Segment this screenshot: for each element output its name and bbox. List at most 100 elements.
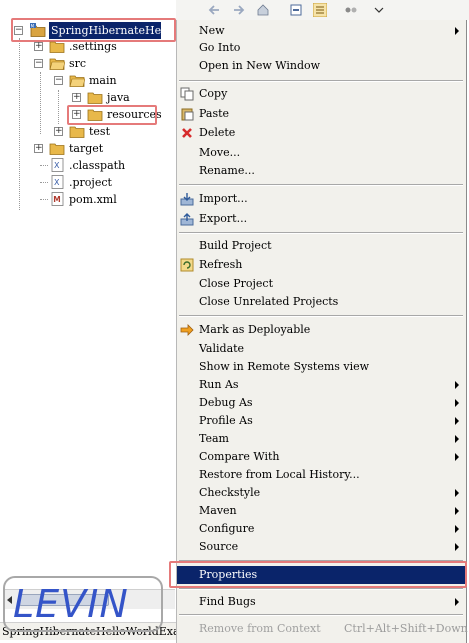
menu-separator (179, 315, 463, 317)
collapse-all-icon[interactable] (289, 3, 303, 17)
svg-text:M: M (53, 195, 60, 204)
collapse-icon[interactable]: − (54, 76, 63, 85)
submenu-arrow-icon (455, 435, 459, 443)
menu-item-restore-from-local-history[interactable]: Restore from Local History... (177, 466, 467, 484)
submenu-arrow-icon (455, 453, 459, 461)
delete-icon (182, 128, 192, 138)
menu-item-open-in-new-window[interactable]: Open in New Window (177, 57, 467, 75)
back-arrow-icon[interactable] (208, 3, 222, 17)
properties-highlight-box (169, 561, 467, 588)
submenu-arrow-icon (455, 381, 459, 389)
submenu-arrow-icon (455, 525, 459, 533)
menu-item-label: New (199, 24, 225, 37)
menu-item-debug-as[interactable]: Debug As (177, 394, 467, 412)
menu-item-delete[interactable]: Delete (177, 124, 467, 142)
menu-item-run-as[interactable]: Run As (177, 376, 467, 394)
tree-guide (40, 199, 48, 200)
menu-item-remove-from-context: Remove from Context Ctrl+Alt+Shift+Down (177, 620, 468, 638)
menu-item-label: Team (199, 432, 229, 445)
menu-item-find-bugs[interactable]: Find Bugs (177, 593, 467, 611)
menu-item-configure[interactable]: Configure (177, 520, 467, 538)
menu-item-move[interactable]: Move... (177, 144, 467, 162)
menu-item-shortcut: Ctrl+Alt+Shift+Down (344, 622, 468, 635)
menu-item-profile-as[interactable]: Profile As (177, 412, 467, 430)
submenu-arrow-icon (455, 27, 459, 35)
submenu-arrow-icon (455, 399, 459, 407)
menu-item-label: Export... (199, 212, 248, 225)
maven-file-icon: M (51, 192, 64, 206)
tree-node-java[interactable]: + java (0, 89, 176, 106)
xml-file-icon: X (51, 158, 64, 172)
refresh-icon (180, 258, 194, 272)
tree-node-pom[interactable]: M pom.xml (0, 191, 176, 208)
menu-item-refresh[interactable]: Refresh (177, 256, 467, 274)
folder-open-icon (49, 58, 65, 70)
context-menu: New Go Into Open in New Window Copy Past… (176, 20, 468, 643)
menu-item-close-project[interactable]: Close Project (177, 275, 467, 293)
menu-item-maven[interactable]: Maven (177, 502, 467, 520)
menu-item-label: Compare With (199, 450, 280, 463)
tree-node-project-file[interactable]: X .project (0, 174, 176, 191)
tree-node-target[interactable]: + target (0, 140, 176, 157)
tree-label: .classpath (69, 159, 126, 172)
menu-item-label: Mark as Deployable (199, 323, 311, 336)
resources-highlight-box (67, 105, 157, 125)
menu-item-close-unrelated-projects[interactable]: Close Unrelated Projects (177, 293, 467, 311)
menu-item-validate[interactable]: Validate (177, 340, 467, 358)
home-icon[interactable] (256, 3, 270, 17)
tree-label: java (107, 91, 130, 104)
expand-icon[interactable]: + (34, 144, 43, 153)
expand-icon[interactable]: + (72, 93, 81, 102)
menu-item-paste[interactable]: Paste (177, 105, 467, 123)
chevron-down-icon[interactable] (372, 3, 386, 17)
menu-separator (179, 588, 463, 590)
menu-item-label: Paste (199, 107, 230, 120)
forward-arrow-icon[interactable] (231, 3, 245, 17)
menu-separator (179, 614, 463, 616)
tree-guide (40, 165, 48, 166)
menu-item-go-into[interactable]: Go Into (177, 39, 467, 57)
menu-item-rename[interactable]: Rename... (177, 162, 467, 180)
menu-item-build-project[interactable]: Build Project (177, 237, 467, 255)
tree-node-main[interactable]: − main (0, 72, 176, 89)
tree-node-settings[interactable]: + .settings (0, 38, 176, 55)
menu-item-label: Delete (199, 126, 236, 139)
expand-icon[interactable]: + (34, 42, 43, 51)
menu-item-new[interactable]: New (177, 22, 467, 40)
view-menu-icon[interactable] (344, 3, 358, 17)
menu-item-export[interactable]: Export... (177, 210, 467, 228)
menu-item-label: Checkstyle (199, 486, 261, 499)
menu-separator (179, 232, 463, 234)
menu-item-label: Restore from Local History... (199, 468, 360, 481)
menu-item-team[interactable]: Team (177, 430, 467, 448)
svg-text:X: X (54, 178, 60, 187)
menu-item-mark-as-deployable[interactable]: Mark as Deployable (177, 321, 467, 339)
submenu-arrow-icon (455, 598, 459, 606)
menu-item-label: Show in Remote Systems view (199, 360, 370, 373)
collapse-icon[interactable]: − (34, 59, 43, 68)
menu-item-compare-with[interactable]: Compare With (177, 448, 467, 466)
menu-item-label: Close Unrelated Projects (199, 295, 339, 308)
tree-node-src[interactable]: − src (0, 55, 176, 72)
menu-item-checkstyle[interactable]: Checkstyle (177, 484, 467, 502)
menu-item-show-in-remote-systems-view[interactable]: Show in Remote Systems view (177, 358, 467, 376)
menu-separator (179, 80, 463, 82)
watermark-text: LEVIN (13, 582, 129, 626)
menu-item-label: Validate (199, 342, 245, 355)
project-explorer-tree: − M SpringHibernateHelloWorldExample + .… (0, 0, 176, 643)
link-with-editor-icon[interactable] (313, 3, 327, 17)
paste-icon (181, 108, 194, 121)
tree-node-test[interactable]: + test (0, 123, 176, 140)
menu-item-import[interactable]: Import... (177, 190, 467, 208)
tree-label: pom.xml (69, 193, 117, 206)
tree-label: main (89, 74, 117, 87)
expand-icon[interactable]: + (54, 127, 63, 136)
deploy-icon (180, 324, 194, 336)
tree-label: target (69, 142, 104, 155)
menu-item-copy[interactable]: Copy (177, 85, 467, 103)
menu-item-label: Configure (199, 522, 255, 535)
menu-item-source[interactable]: Source (177, 538, 467, 556)
tree-node-classpath[interactable]: X .classpath (0, 157, 176, 174)
menu-item-label: Source (199, 540, 239, 553)
export-icon (180, 213, 194, 226)
